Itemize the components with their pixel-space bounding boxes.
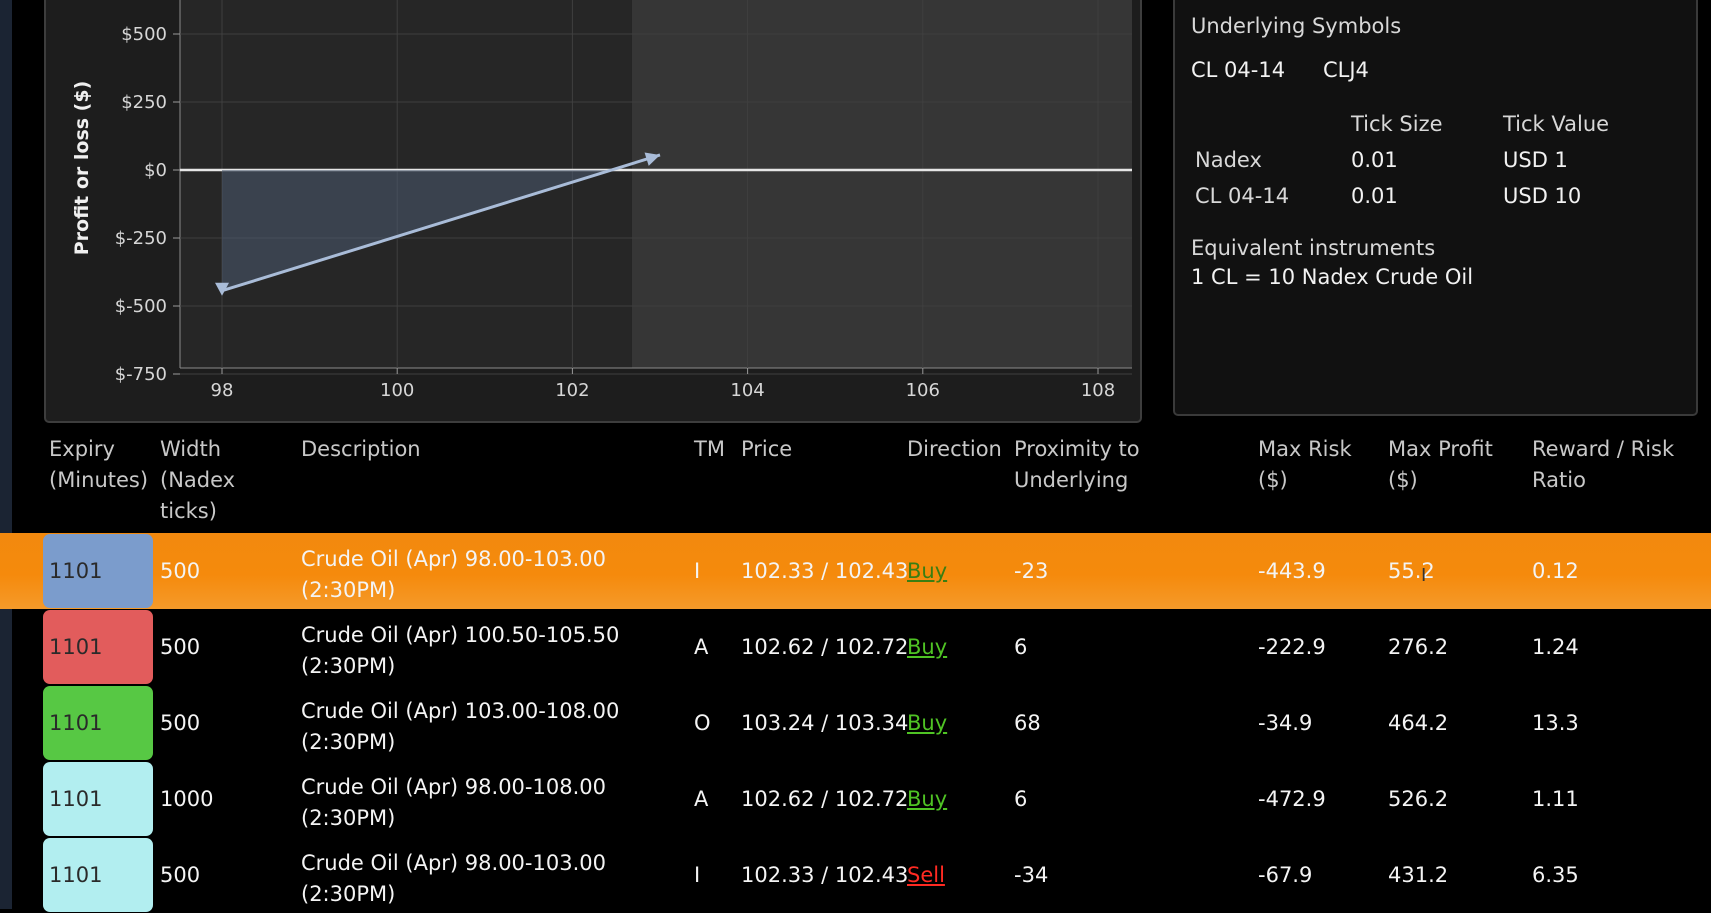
width-cell: 500 bbox=[160, 635, 201, 659]
tm-cell: A bbox=[694, 635, 709, 659]
width-cell: 500 bbox=[160, 863, 201, 887]
description-cell: Crude Oil (Apr) 98.00-108.00 (2:30PM) bbox=[301, 774, 606, 830]
tick-size-header: Tick Size bbox=[1351, 112, 1443, 136]
y-tick-label: $-750 bbox=[115, 364, 167, 385]
max-risk-cell: -222.9 bbox=[1258, 635, 1326, 659]
price-cell: 103.24 / 103.34 bbox=[741, 711, 909, 735]
underlying-symbols-title: Underlying Symbols bbox=[1191, 14, 1402, 38]
description-cell: Crude Oil (Apr) 100.50-105.50 (2:30PM) bbox=[301, 622, 620, 678]
plot-area-right bbox=[631, 0, 1132, 368]
x-tick-label: 102 bbox=[555, 380, 589, 401]
direction-link[interactable]: Buy bbox=[907, 533, 947, 609]
proximity-cell: -23 bbox=[1014, 559, 1049, 583]
payoff-chart: 98 100 102 104 106 108 $500 $250 $0 $-250 $-500 $-7… bbox=[71, 0, 1132, 401]
underlying-symbol-1: CL 04-14 bbox=[1191, 58, 1286, 82]
info-row-tick-value: USD 1 bbox=[1503, 148, 1568, 172]
column-header-width[interactable]: Width (Nadex ticks) bbox=[160, 434, 235, 527]
price-cell: 102.62 / 102.72 bbox=[741, 635, 909, 659]
table-row[interactable]: 1101 500 Crude Oil (Apr) 98.00-103.00 (2:… bbox=[0, 837, 1711, 913]
price-cell: 102.33 / 102.43 bbox=[741, 863, 909, 887]
info-row-tick-size: 0.01 bbox=[1351, 184, 1398, 208]
max-profit-cell: 464.2 bbox=[1388, 711, 1449, 735]
column-header-direction[interactable]: Direction bbox=[907, 434, 1002, 465]
price-cell: 102.33 / 102.43 bbox=[741, 559, 909, 583]
info-row-tick-value: USD 10 bbox=[1503, 184, 1582, 208]
max-risk-cell: -443.9 bbox=[1258, 559, 1326, 583]
direction-link[interactable]: Buy bbox=[907, 609, 947, 685]
max-profit-cell: 431.2 bbox=[1388, 863, 1449, 887]
reward-risk-cell: 13.3 bbox=[1532, 711, 1579, 735]
table-row[interactable]: 1101 500 Crude Oil (Apr) 100.50-105.50 (2… bbox=[0, 609, 1711, 685]
expiry-badge: 1101 bbox=[43, 838, 153, 912]
equivalent-instruments-value: 1 CL = 10 Nadex Crude Oil bbox=[1191, 265, 1474, 289]
width-cell: 1000 bbox=[160, 787, 214, 811]
payoff-chart-panel: 98 100 102 104 106 108 $500 $250 $0 $-250 $-500 $-7… bbox=[44, 0, 1142, 423]
max-risk-cell: -67.9 bbox=[1258, 863, 1313, 887]
proximity-cell: -34 bbox=[1014, 863, 1049, 887]
y-axis-title: Profit or loss ($) bbox=[71, 81, 93, 256]
y-tick-label: $250 bbox=[121, 92, 167, 113]
proximity-cell: 6 bbox=[1014, 787, 1028, 811]
tm-cell: O bbox=[694, 711, 711, 735]
expiry-badge: 1101 bbox=[43, 534, 153, 608]
table-row[interactable]: 1101 500 Crude Oil (Apr) 103.00-108.00 (2… bbox=[0, 685, 1711, 761]
y-tick-label: $500 bbox=[121, 24, 167, 45]
info-row-name: Nadex bbox=[1195, 148, 1262, 172]
description-cell: Crude Oil (Apr) 98.00-103.00 (2:30PM) bbox=[301, 546, 606, 602]
expiry-badge: 1101 bbox=[43, 686, 153, 760]
expiry-badge: 1101 bbox=[43, 762, 153, 836]
underlying-symbol-2: CLJ4 bbox=[1323, 58, 1369, 82]
x-tick-label: 108 bbox=[1081, 380, 1115, 401]
direction-link[interactable]: Buy bbox=[907, 761, 947, 837]
info-row-name: CL 04-14 bbox=[1195, 184, 1290, 208]
column-header-max-risk[interactable]: Max Risk ($) bbox=[1258, 434, 1352, 496]
reward-risk-cell: 6.35 bbox=[1532, 863, 1579, 887]
tm-cell: I bbox=[694, 863, 701, 887]
column-header-max-profit[interactable]: Max Profit ($) bbox=[1388, 434, 1493, 496]
column-header-reward-risk[interactable]: Reward / Risk Ratio bbox=[1532, 434, 1674, 496]
tick-value-header: Tick Value bbox=[1503, 112, 1610, 136]
instrument-info-panel: Underlying Symbols CL 04-14 CLJ4 Tick Si… bbox=[1173, 0, 1698, 416]
direction-link[interactable]: Sell bbox=[907, 837, 945, 913]
reward-risk-cell: 0.12 bbox=[1532, 559, 1579, 583]
y-tick-label: $0 bbox=[144, 160, 167, 181]
expiry-badge: 1101 bbox=[43, 610, 153, 684]
description-cell: Crude Oil (Apr) 103.00-108.00 (2:30PM) bbox=[301, 698, 620, 754]
price-cell: 102.62 / 102.72 bbox=[741, 787, 909, 811]
column-header-proximity[interactable]: Proximity to Underlying bbox=[1014, 434, 1140, 496]
reward-risk-cell: 1.11 bbox=[1532, 787, 1579, 811]
max-risk-cell: -472.9 bbox=[1258, 787, 1326, 811]
equivalent-instruments-title: Equivalent instruments bbox=[1191, 236, 1436, 260]
table-row[interactable]: 1101 1000 Crude Oil (Apr) 98.00-108.00 (2… bbox=[0, 761, 1711, 837]
x-tick-label: 104 bbox=[730, 380, 764, 401]
max-profit-cell: 55.2 bbox=[1388, 559, 1435, 583]
max-risk-cell: -34.9 bbox=[1258, 711, 1313, 735]
info-row-tick-size: 0.01 bbox=[1351, 148, 1398, 172]
width-cell: 500 bbox=[160, 711, 201, 735]
max-profit-cell: 526.2 bbox=[1388, 787, 1449, 811]
y-tick-label: $-250 bbox=[115, 228, 167, 249]
column-header-price[interactable]: Price bbox=[741, 434, 792, 465]
max-profit-cell: 276.2 bbox=[1388, 635, 1449, 659]
width-cell: 500 bbox=[160, 559, 201, 583]
tm-cell: A bbox=[694, 787, 709, 811]
column-header-description[interactable]: Description bbox=[301, 434, 421, 465]
description-cell: Crude Oil (Apr) 98.00-103.00 (2:30PM) bbox=[301, 850, 606, 906]
proximity-cell: 68 bbox=[1014, 711, 1041, 735]
proximity-cell: 6 bbox=[1014, 635, 1028, 659]
column-header-expiry[interactable]: Expiry (Minutes) bbox=[49, 434, 148, 496]
x-tick-label: 100 bbox=[380, 380, 414, 401]
x-tick-label: 106 bbox=[906, 380, 940, 401]
x-tick-label: 98 bbox=[211, 380, 234, 401]
column-header-tm[interactable]: TM bbox=[694, 434, 725, 465]
y-tick-label: $-500 bbox=[115, 296, 167, 317]
direction-link[interactable]: Buy bbox=[907, 685, 947, 761]
tm-cell: I bbox=[694, 559, 701, 583]
reward-risk-cell: 1.24 bbox=[1532, 635, 1579, 659]
table-row[interactable]: 1101 500 Crude Oil (Apr) 98.00-103.00 (2:… bbox=[0, 533, 1711, 609]
text-cursor-icon: I bbox=[1421, 565, 1427, 586]
